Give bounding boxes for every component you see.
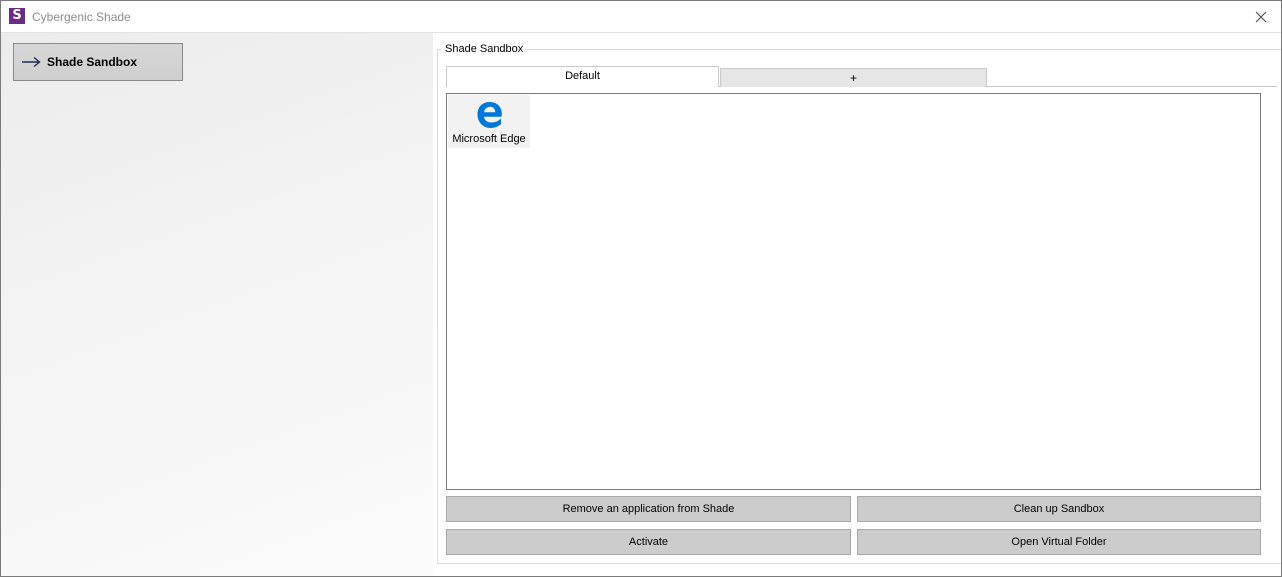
app-tile-label: Microsoft Edge xyxy=(452,133,526,145)
open-virtual-folder-button[interactable]: Open Virtual Folder xyxy=(857,529,1261,555)
clean-up-sandbox-button[interactable]: Clean up Sandbox xyxy=(857,496,1261,522)
sidebar: Shade Sandbox xyxy=(1,33,433,576)
activate-button[interactable]: Activate xyxy=(446,529,851,555)
main-panel: Shade Sandbox Default + Microsoft Edge R… xyxy=(433,33,1281,576)
tab-default[interactable]: Default xyxy=(446,66,719,87)
tab-add[interactable]: + xyxy=(720,68,987,87)
microsoft-edge-icon xyxy=(477,102,502,128)
remove-application-button[interactable]: Remove an application from Shade xyxy=(446,496,851,522)
app-window: S Cybergenic Shade Shade Sandbox Shade S… xyxy=(0,0,1282,577)
close-button[interactable] xyxy=(1241,1,1281,32)
window-title: Cybergenic Shade xyxy=(32,10,131,24)
title-bar: S Cybergenic Shade xyxy=(1,1,1281,33)
close-icon xyxy=(1255,11,1267,22)
arrow-right-icon xyxy=(21,55,43,69)
sidebar-item-shade-sandbox[interactable]: Shade Sandbox xyxy=(13,43,183,81)
sidebar-item-label: Shade Sandbox xyxy=(47,55,138,69)
app-logo-icon: S xyxy=(9,8,25,24)
application-list: Microsoft Edge xyxy=(446,93,1261,490)
group-title: Shade Sandbox xyxy=(442,43,527,56)
app-tile-microsoft-edge[interactable]: Microsoft Edge xyxy=(448,95,530,148)
